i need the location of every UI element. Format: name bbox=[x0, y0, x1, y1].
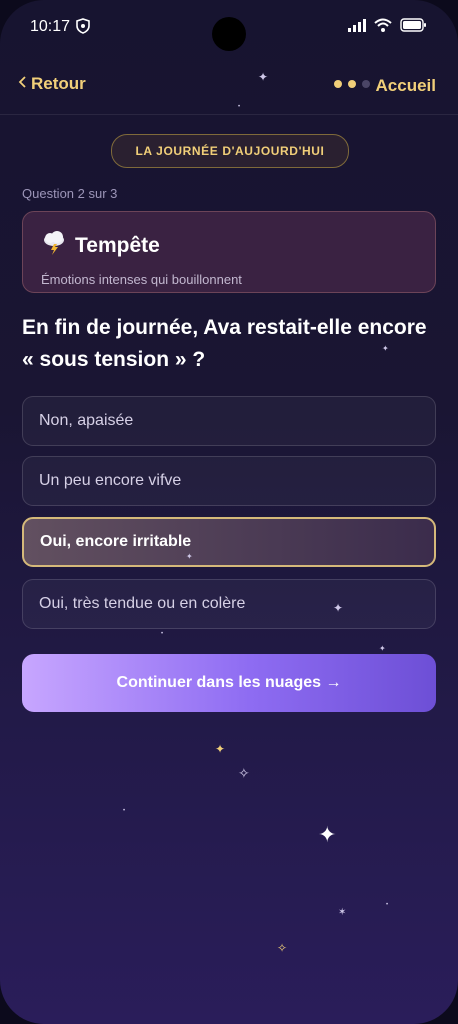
signal-icon bbox=[348, 18, 366, 37]
answer-option[interactable]: Non, apaisée bbox=[22, 396, 436, 446]
wifi-icon bbox=[374, 18, 392, 37]
system-icons bbox=[348, 18, 428, 37]
storm-cloud-icon bbox=[41, 230, 67, 262]
continue-button[interactable]: Continuer dans les nuages → bbox=[22, 654, 436, 712]
progress-dot bbox=[362, 80, 370, 88]
status-bar: 10:17 bbox=[0, 0, 458, 56]
answer-option[interactable]: Oui, très tendue ou en colère bbox=[22, 579, 436, 629]
sparkle-icon: • bbox=[386, 902, 389, 908]
weather-title: Tempête bbox=[75, 234, 160, 257]
sparkle-icon: ✧ bbox=[238, 765, 250, 781]
chevron-left-icon bbox=[18, 74, 27, 94]
weather-card: Tempête Émotions intenses qui bouillonne… bbox=[22, 211, 436, 293]
weather-subtitle: Émotions intenses qui bouillonnent bbox=[41, 272, 242, 287]
answer-option[interactable]: Un peu encore vifve bbox=[22, 456, 436, 506]
top-nav: Retour Accueil bbox=[0, 58, 458, 115]
progress-dots bbox=[334, 80, 370, 88]
sparkle-icon: ✦ bbox=[258, 70, 269, 84]
battery-icon bbox=[400, 18, 428, 37]
progress-dot bbox=[334, 80, 342, 88]
back-button[interactable]: Retour bbox=[18, 74, 86, 94]
status-time: 10:17 bbox=[30, 18, 71, 35]
shield-icon bbox=[76, 18, 90, 39]
question-progress: Question 2 sur 3 bbox=[22, 186, 118, 201]
sparkle-icon: • bbox=[123, 808, 126, 814]
answer-option-selected[interactable]: Oui, encore irritable bbox=[22, 517, 436, 567]
sparkle-icon: ✦ bbox=[382, 344, 389, 353]
progress-dot bbox=[348, 80, 356, 88]
sparkle-icon: ✶ bbox=[338, 907, 347, 918]
sparkle-icon: ✦ bbox=[379, 644, 386, 653]
camera-cutout bbox=[212, 17, 246, 51]
sparkle-icon: ✦ bbox=[318, 822, 337, 847]
question-text: En fin de journée, Ava restait-elle enco… bbox=[22, 316, 427, 371]
back-label: Retour bbox=[31, 74, 86, 93]
sparkle-icon: ✧ bbox=[277, 941, 288, 955]
sparkle-icon: ✦ bbox=[333, 601, 344, 615]
sparkle-icon: • bbox=[161, 631, 164, 637]
weather-card-title: Tempête bbox=[41, 230, 417, 262]
app-screen: 10:17 Retour Accueil LA JOURNÉE D'AUJOUR… bbox=[0, 0, 458, 1024]
sparkle-icon: • bbox=[238, 104, 241, 110]
sparkle-icon: ✦ bbox=[215, 742, 226, 756]
day-badge: LA JOURNÉE D'AUJOURD'HUI bbox=[111, 134, 349, 168]
sparkle-icon: ✦ bbox=[186, 552, 193, 561]
home-button[interactable]: Accueil bbox=[376, 76, 436, 96]
